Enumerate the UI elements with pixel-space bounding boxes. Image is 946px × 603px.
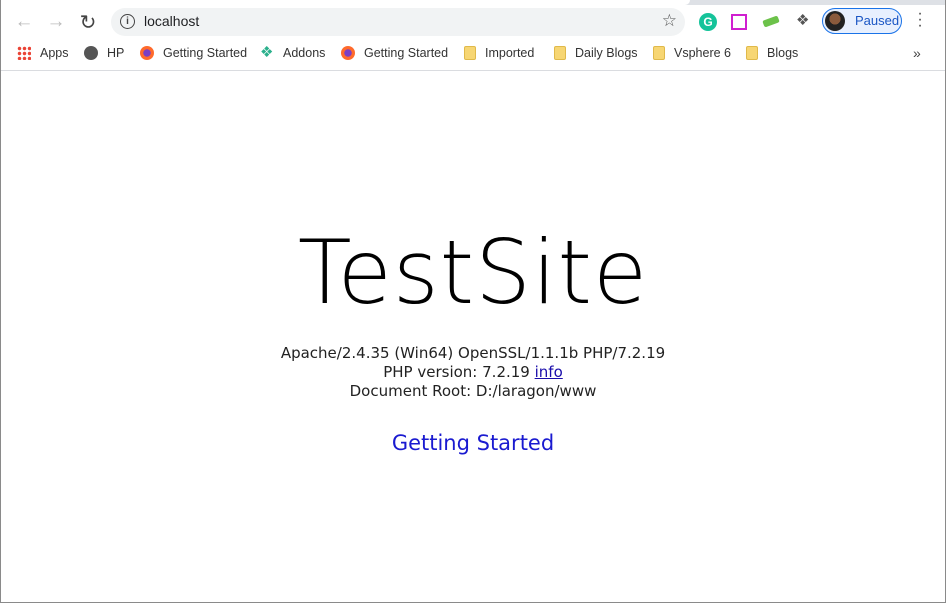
window-border bbox=[0, 0, 946, 603]
